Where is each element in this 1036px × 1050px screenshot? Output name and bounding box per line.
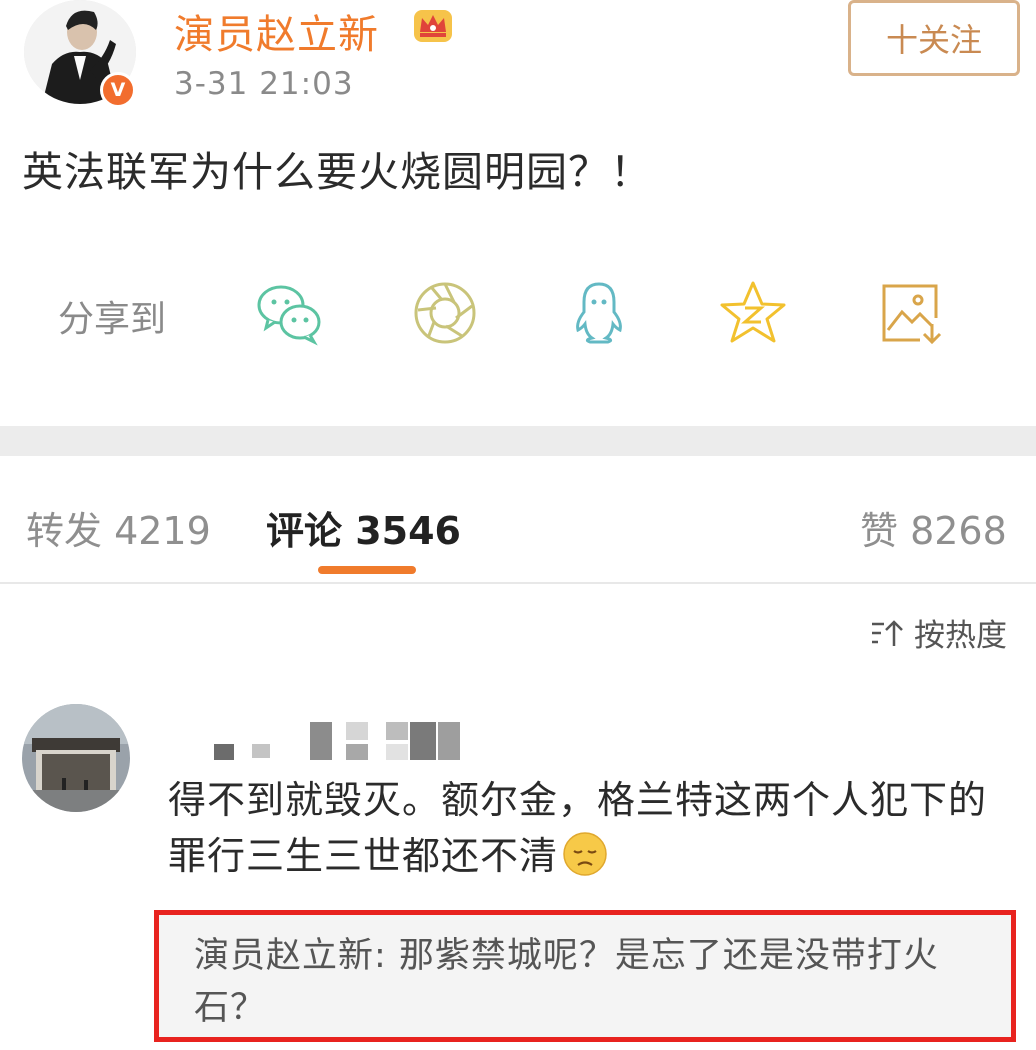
- tab-comments[interactable]: 评论 3546: [266, 500, 461, 555]
- commenter-avatar[interactable]: [22, 704, 130, 812]
- sort-label: 按热度: [914, 618, 1007, 654]
- follow-button[interactable]: 十关注: [848, 0, 1020, 76]
- qzone-icon[interactable]: [718, 278, 788, 348]
- section-separator: [0, 426, 1036, 456]
- author-reply-text: 演员赵立新: 那紫禁城呢？是忘了还是没带打火石？: [194, 936, 939, 1028]
- post-content: 英法联军为什么要火烧圆明园？！: [22, 148, 652, 196]
- tab-reposts[interactable]: 转发 4219: [26, 500, 211, 555]
- sad-face-emoji: [563, 832, 607, 876]
- moments-icon[interactable]: [410, 278, 480, 348]
- wechat-icon[interactable]: [254, 278, 324, 348]
- author-name[interactable]: 演员赵立新: [174, 2, 379, 60]
- save-image-icon[interactable]: [876, 278, 946, 348]
- sort-icon: [872, 619, 903, 646]
- active-tab-indicator: [318, 566, 416, 574]
- crown-icon: [414, 10, 452, 42]
- post-timestamp: 3-31 21:03: [174, 66, 354, 102]
- divider: [0, 582, 1036, 584]
- qq-icon[interactable]: [564, 278, 634, 348]
- comment-content: 得不到就毁灭。额尔金，格兰特这两个人犯下的罪行三生三世都还不清: [168, 778, 988, 878]
- share-label: 分享到: [58, 299, 167, 340]
- sort-by-hot-button[interactable]: 按热度: [870, 610, 1007, 655]
- verified-badge-icon: V: [100, 72, 136, 108]
- tab-likes[interactable]: 赞 8268: [860, 500, 1007, 555]
